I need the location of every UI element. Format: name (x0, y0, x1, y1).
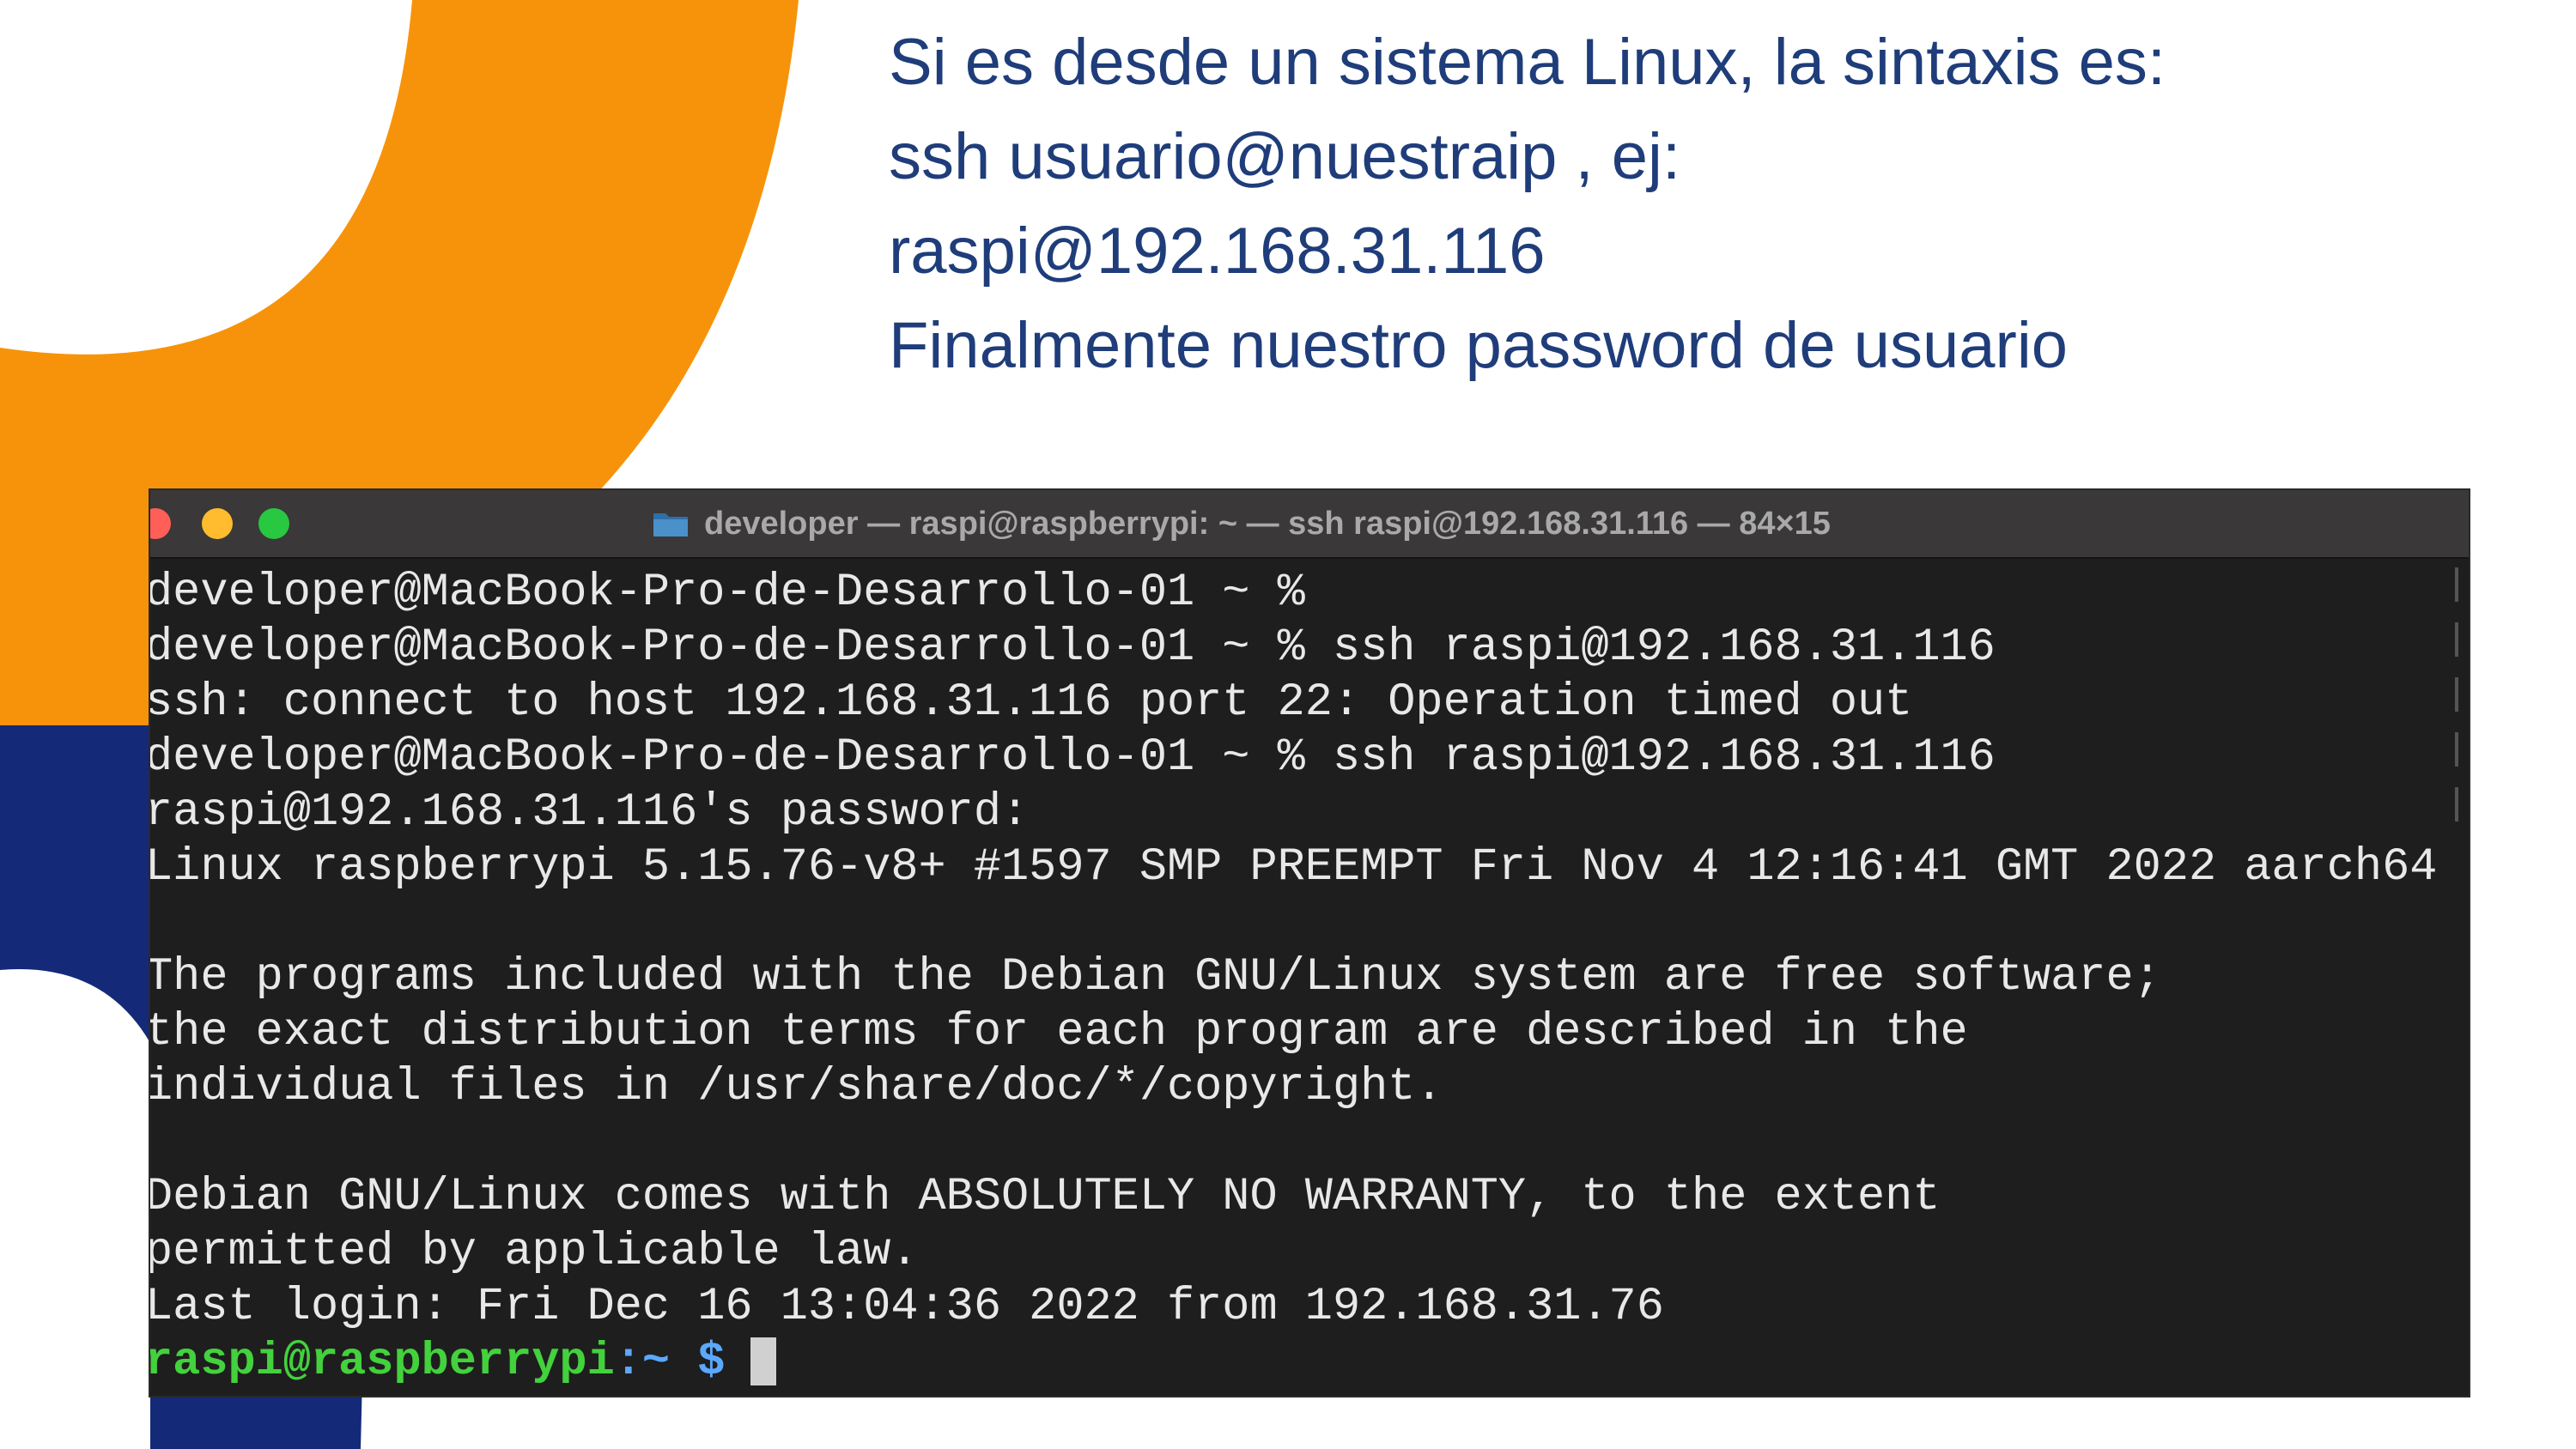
terminal-line: developer@MacBook-Pro-de-Desarrollo-01 ~… (150, 731, 1996, 784)
terminal-window[interactable]: developer — raspi@raspberrypi: ~ — ssh r… (150, 490, 2469, 1396)
window-title-group: developer — raspi@raspberrypi: ~ — ssh r… (653, 490, 1831, 557)
window-title: developer — raspi@raspberrypi: ~ — ssh r… (704, 505, 1831, 542)
scroll-marker (2455, 567, 2458, 602)
text-cursor (750, 1337, 777, 1385)
caption-line-2: ssh usuario@nuestraip , ej: (889, 120, 1681, 193)
shell-prompt-line[interactable]: raspi@raspberrypi:~ $ (150, 1335, 2469, 1390)
terminal-line: Last login: Fri Dec 16 13:04:36 2022 fro… (150, 1281, 1664, 1333)
prompt-separator: : (614, 1336, 642, 1388)
scroll-marker (2455, 622, 2458, 657)
terminal-output[interactable]: developer@MacBook-Pro-de-Desarrollo-01 ~… (150, 559, 2469, 1396)
scroll-marker (2455, 677, 2458, 712)
prompt-path: ~ (641, 1336, 671, 1388)
instruction-caption: Si es desde un sistema Linux, la sintaxi… (889, 15, 2520, 393)
terminal-line: individual files in /usr/share/doc/*/cop… (150, 1061, 1443, 1113)
terminal-titlebar[interactable]: developer — raspi@raspberrypi: ~ — ssh r… (150, 490, 2469, 559)
scroll-marker (2455, 787, 2458, 822)
terminal-line: Linux raspberrypi 5.15.76-v8+ #1597 SMP … (150, 841, 2438, 894)
close-window-button[interactable] (150, 508, 171, 539)
caption-line-4: Finalmente nuestro password de usuario (889, 309, 2068, 382)
prompt-user-host: raspi@raspberrypi (150, 1336, 615, 1388)
terminal-line: raspi@192.168.31.116's password: (150, 786, 1030, 839)
white-cutout-shape (0, 969, 150, 1449)
caption-line-1: Si es desde un sistema Linux, la sintaxi… (889, 26, 2166, 99)
terminal-line: ssh: connect to host 192.168.31.116 port… (150, 676, 1913, 729)
caption-line-3: raspi@192.168.31.116 (889, 215, 1546, 288)
terminal-line: developer@MacBook-Pro-de-Desarrollo-01 ~… (150, 567, 1305, 619)
terminal-line: The programs included with the Debian GN… (150, 951, 2161, 1003)
scroll-marker (2455, 732, 2458, 767)
folder-icon (653, 513, 688, 537)
terminal-line: the exact distribution terms for each pr… (150, 1006, 1968, 1058)
prompt-symbol: $ (670, 1336, 726, 1388)
terminal-line: developer@MacBook-Pro-de-Desarrollo-01 ~… (150, 621, 1996, 674)
terminal-line: permitted by applicable law. (150, 1226, 919, 1278)
terminal-scroll-markers (2455, 567, 2462, 842)
terminal-line: Debian GNU/Linux comes with ABSOLUTELY N… (150, 1171, 1941, 1223)
minimize-window-button[interactable] (202, 508, 233, 539)
maximize-window-button[interactable] (258, 508, 289, 539)
